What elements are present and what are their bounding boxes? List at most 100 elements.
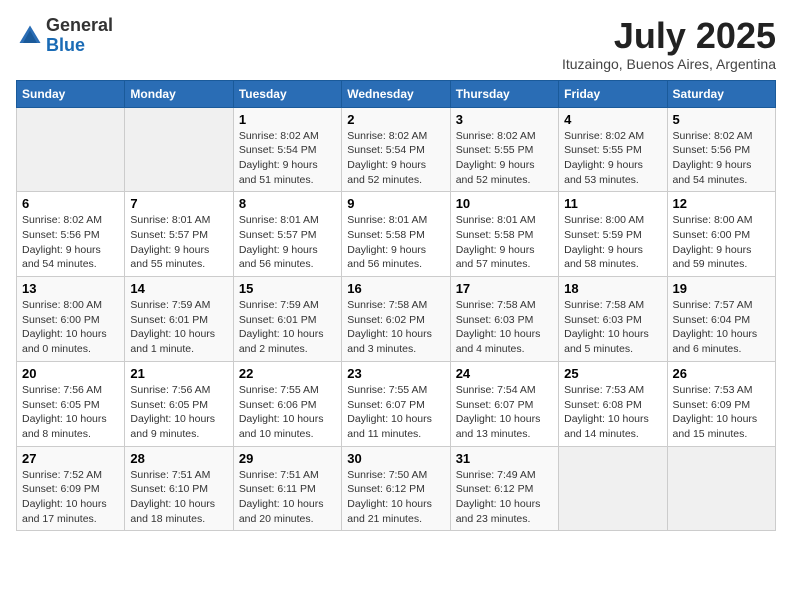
header-sunday: Sunday xyxy=(17,80,125,107)
day-number: 30 xyxy=(347,451,444,466)
calendar-cell: 15 Sunrise: 7:59 AMSunset: 6:01 PMDayligh… xyxy=(233,277,341,362)
day-info: Sunrise: 7:51 AMSunset: 6:11 PMDaylight:… xyxy=(239,468,336,527)
calendar-week-row: 27 Sunrise: 7:52 AMSunset: 6:09 PMDayligh… xyxy=(17,446,776,531)
calendar-cell: 7 Sunrise: 8:01 AMSunset: 5:57 PMDaylight… xyxy=(125,192,233,277)
day-number: 20 xyxy=(22,366,119,381)
day-info: Sunrise: 8:01 AMSunset: 5:57 PMDaylight:… xyxy=(130,213,227,272)
calendar-header-row: Sunday Monday Tuesday Wednesday Thursday… xyxy=(17,80,776,107)
day-number: 17 xyxy=(456,281,553,296)
calendar-cell: 17 Sunrise: 7:58 AMSunset: 6:03 PMDayligh… xyxy=(450,277,558,362)
logo: General Blue xyxy=(16,16,113,56)
day-info: Sunrise: 7:53 AMSunset: 6:08 PMDaylight:… xyxy=(564,383,661,442)
header-saturday: Saturday xyxy=(667,80,775,107)
calendar-cell: 25 Sunrise: 7:53 AMSunset: 6:08 PMDayligh… xyxy=(559,361,667,446)
day-number: 21 xyxy=(130,366,227,381)
calendar-cell: 24 Sunrise: 7:54 AMSunset: 6:07 PMDayligh… xyxy=(450,361,558,446)
day-info: Sunrise: 8:02 AMSunset: 5:56 PMDaylight:… xyxy=(673,129,770,188)
calendar-cell: 23 Sunrise: 7:55 AMSunset: 6:07 PMDayligh… xyxy=(342,361,450,446)
logo-text: General Blue xyxy=(46,16,113,56)
day-number: 5 xyxy=(673,112,770,127)
day-number: 10 xyxy=(456,196,553,211)
calendar-cell: 30Sunrise: 7:50 AMSunset: 6:12 PMDayligh… xyxy=(342,446,450,531)
location-subtitle: Ituzaingo, Buenos Aires, Argentina xyxy=(562,56,776,72)
day-info: Sunrise: 8:02 AMSunset: 5:54 PMDaylight:… xyxy=(239,129,336,188)
calendar-cell: 8Sunrise: 8:01 AMSunset: 5:57 PMDaylight… xyxy=(233,192,341,277)
day-info: Sunrise: 8:02 AMSunset: 5:56 PMDaylight:… xyxy=(22,213,119,272)
day-info: Sunrise: 7:56 AMSunset: 6:05 PMDaylight:… xyxy=(130,383,227,442)
day-number: 1 xyxy=(239,112,336,127)
day-number: 31 xyxy=(456,451,553,466)
day-number: 22 xyxy=(239,366,336,381)
calendar-cell: 31 Sunrise: 7:49 AMSunset: 6:12 PMDayligh… xyxy=(450,446,558,531)
calendar-cell: 21 Sunrise: 7:56 AMSunset: 6:05 PMDayligh… xyxy=(125,361,233,446)
day-info: Sunrise: 7:58 AMSunset: 6:03 PMDaylight:… xyxy=(564,298,661,357)
day-number: 25 xyxy=(564,366,661,381)
day-number: 24 xyxy=(456,366,553,381)
header-wednesday: Wednesday xyxy=(342,80,450,107)
calendar-week-row: 13Sunrise: 8:00 AMSunset: 6:00 PMDayligh… xyxy=(17,277,776,362)
day-info: Sunrise: 8:00 AMSunset: 5:59 PMDaylight:… xyxy=(564,213,661,272)
calendar-cell xyxy=(559,446,667,531)
day-info: Sunrise: 7:51 AMSunset: 6:10 PMDaylight:… xyxy=(130,468,227,527)
day-number: 29 xyxy=(239,451,336,466)
day-info: Sunrise: 7:55 AMSunset: 6:06 PMDaylight:… xyxy=(239,383,336,442)
day-number: 7 xyxy=(130,196,227,211)
calendar-cell: 26 Sunrise: 7:53 AMSunset: 6:09 PMDayligh… xyxy=(667,361,775,446)
day-info: Sunrise: 7:49 AMSunset: 6:12 PMDaylight:… xyxy=(456,468,553,527)
title-section: July 2025 Ituzaingo, Buenos Aires, Argen… xyxy=(562,16,776,72)
logo-general-text: General xyxy=(46,16,113,36)
day-number: 9 xyxy=(347,196,444,211)
day-number: 26 xyxy=(673,366,770,381)
day-number: 12 xyxy=(673,196,770,211)
header-tuesday: Tuesday xyxy=(233,80,341,107)
calendar-cell: 22 Sunrise: 7:55 AMSunset: 6:06 PMDayligh… xyxy=(233,361,341,446)
header-monday: Monday xyxy=(125,80,233,107)
logo-blue-text: Blue xyxy=(46,36,113,56)
day-info: Sunrise: 7:59 AMSunset: 6:01 PMDaylight:… xyxy=(130,298,227,357)
day-number: 28 xyxy=(130,451,227,466)
day-info: Sunrise: 7:59 AMSunset: 6:01 PMDaylight:… xyxy=(239,298,336,357)
day-info: Sunrise: 7:54 AMSunset: 6:07 PMDaylight:… xyxy=(456,383,553,442)
day-number: 15 xyxy=(239,281,336,296)
month-year-title: July 2025 xyxy=(562,16,776,56)
calendar-cell: 14Sunrise: 7:59 AMSunset: 6:01 PMDayligh… xyxy=(125,277,233,362)
calendar-cell: 12Sunrise: 8:00 AMSunset: 6:00 PMDayligh… xyxy=(667,192,775,277)
calendar-cell: 20 Sunrise: 7:56 AMSunset: 6:05 PMDayligh… xyxy=(17,361,125,446)
day-info: Sunrise: 7:53 AMSunset: 6:09 PMDaylight:… xyxy=(673,383,770,442)
day-number: 4 xyxy=(564,112,661,127)
day-info: Sunrise: 7:52 AMSunset: 6:09 PMDaylight:… xyxy=(22,468,119,527)
day-number: 16 xyxy=(347,281,444,296)
calendar-cell: 19Sunrise: 7:57 AMSunset: 6:04 PMDayligh… xyxy=(667,277,775,362)
day-info: Sunrise: 8:00 AMSunset: 6:00 PMDaylight:… xyxy=(22,298,119,357)
calendar-cell: 4 Sunrise: 8:02 AMSunset: 5:55 PMDaylight… xyxy=(559,107,667,192)
calendar-cell: 18Sunrise: 7:58 AMSunset: 6:03 PMDayligh… xyxy=(559,277,667,362)
calendar-table: Sunday Monday Tuesday Wednesday Thursday… xyxy=(16,80,776,532)
day-number: 27 xyxy=(22,451,119,466)
calendar-cell: 29 Sunrise: 7:51 AMSunset: 6:11 PMDayligh… xyxy=(233,446,341,531)
day-number: 11 xyxy=(564,196,661,211)
header-thursday: Thursday xyxy=(450,80,558,107)
calendar-cell: 3Sunrise: 8:02 AMSunset: 5:55 PMDaylight… xyxy=(450,107,558,192)
calendar-cell xyxy=(667,446,775,531)
day-number: 6 xyxy=(22,196,119,211)
calendar-cell: 27 Sunrise: 7:52 AMSunset: 6:09 PMDayligh… xyxy=(17,446,125,531)
calendar-cell: 2Sunrise: 8:02 AMSunset: 5:54 PMDaylight… xyxy=(342,107,450,192)
day-info: Sunrise: 7:58 AMSunset: 6:03 PMDaylight:… xyxy=(456,298,553,357)
day-info: Sunrise: 7:55 AMSunset: 6:07 PMDaylight:… xyxy=(347,383,444,442)
calendar-cell: 5 Sunrise: 8:02 AMSunset: 5:56 PMDaylight… xyxy=(667,107,775,192)
day-info: Sunrise: 8:02 AMSunset: 5:55 PMDaylight:… xyxy=(564,129,661,188)
calendar-cell: 1 Sunrise: 8:02 AMSunset: 5:54 PMDaylight… xyxy=(233,107,341,192)
calendar-cell xyxy=(17,107,125,192)
day-info: Sunrise: 8:01 AMSunset: 5:58 PMDaylight:… xyxy=(347,213,444,272)
calendar-cell: 11 Sunrise: 8:00 AMSunset: 5:59 PMDayligh… xyxy=(559,192,667,277)
day-info: Sunrise: 8:01 AMSunset: 5:58 PMDaylight:… xyxy=(456,213,553,272)
calendar-cell: 10 Sunrise: 8:01 AMSunset: 5:58 PMDayligh… xyxy=(450,192,558,277)
calendar-cell: 6 Sunrise: 8:02 AMSunset: 5:56 PMDaylight… xyxy=(17,192,125,277)
day-number: 23 xyxy=(347,366,444,381)
calendar-week-row: 20 Sunrise: 7:56 AMSunset: 6:05 PMDayligh… xyxy=(17,361,776,446)
page-header: General Blue July 2025 Ituzaingo, Buenos… xyxy=(16,16,776,72)
calendar-cell: 13Sunrise: 8:00 AMSunset: 6:00 PMDayligh… xyxy=(17,277,125,362)
header-friday: Friday xyxy=(559,80,667,107)
day-number: 3 xyxy=(456,112,553,127)
day-info: Sunrise: 7:56 AMSunset: 6:05 PMDaylight:… xyxy=(22,383,119,442)
